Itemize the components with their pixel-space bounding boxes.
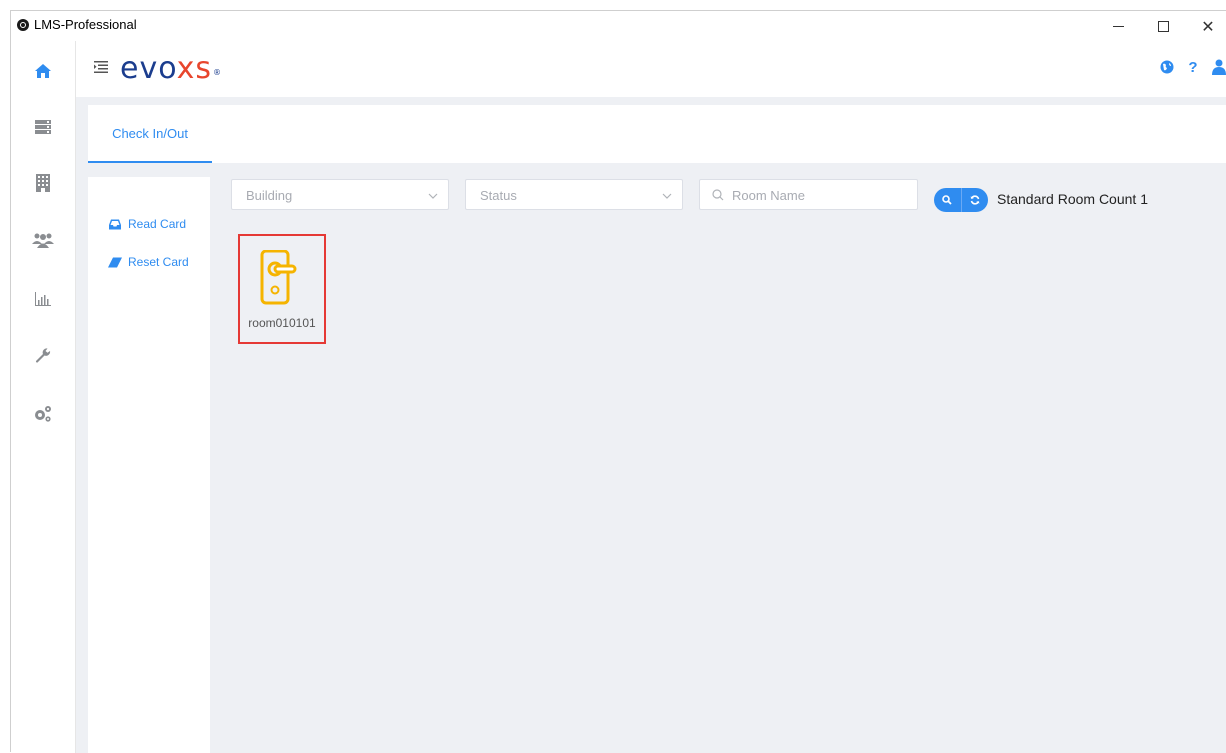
user-icon[interactable]: [1212, 59, 1226, 75]
server-icon: [35, 120, 51, 134]
read-card-button[interactable]: Read Card: [108, 217, 186, 231]
title-bar: LMS-Professional ✕: [11, 11, 1226, 41]
close-icon: ✕: [1201, 16, 1215, 36]
room-card[interactable]: room010101: [238, 234, 326, 344]
building-icon: [36, 174, 50, 192]
eraser-icon: [108, 257, 122, 267]
header-actions: ?: [1160, 59, 1226, 76]
tab-bar: Check In/Out: [88, 105, 1226, 163]
search-refresh-group: [934, 188, 988, 212]
status-placeholder: Status: [480, 188, 517, 203]
main-content: Check In/Out Read Card Reset Card Buildi…: [76, 97, 1226, 753]
room-name-label: room010101: [248, 316, 316, 330]
reset-card-label: Reset Card: [128, 255, 189, 269]
logo-text-xs: xs: [176, 51, 213, 86]
building-placeholder: Building: [246, 188, 293, 203]
maximize-button[interactable]: [1141, 11, 1185, 41]
brand-logo: evoxs®: [120, 52, 222, 86]
read-card-label: Read Card: [128, 217, 187, 231]
room-count-text: Standard Room Count 1: [997, 191, 1148, 207]
menu-toggle-icon[interactable]: [94, 61, 108, 73]
sidebar-item-devices[interactable]: [28, 112, 58, 142]
room-name-input[interactable]: Room Name: [699, 179, 918, 210]
minimize-icon: [1112, 25, 1124, 27]
refresh-button[interactable]: [962, 188, 989, 212]
sidebar-item-home[interactable]: [28, 56, 58, 86]
sidebar-item-users[interactable]: [28, 225, 58, 255]
refresh-icon: [970, 195, 980, 205]
reset-card-button[interactable]: Reset Card: [108, 255, 189, 269]
sidebar-item-settings[interactable]: [28, 399, 58, 429]
users-icon: [32, 233, 54, 248]
globe-icon[interactable]: [1160, 60, 1174, 74]
room-name-placeholder: Room Name: [732, 188, 805, 203]
home-icon: [35, 64, 51, 78]
app-logo-icon: [17, 19, 29, 31]
sidebar-item-tools[interactable]: [28, 341, 58, 371]
sidebar: [11, 41, 76, 753]
card-actions-panel: Read Card Reset Card: [88, 177, 210, 753]
registered-mark: ®: [213, 68, 223, 77]
close-button[interactable]: ✕: [1186, 11, 1226, 41]
settings-gears-icon: [35, 406, 51, 422]
logo-text-evo: evo: [120, 51, 177, 86]
sidebar-item-reports[interactable]: [28, 284, 58, 314]
sidebar-item-buildings[interactable]: [28, 168, 58, 198]
app-window: LMS-Professional ✕ evoxs® ? Check In/Out…: [10, 10, 1226, 753]
wrench-icon: [35, 348, 51, 363]
building-select[interactable]: Building: [231, 179, 449, 210]
help-icon[interactable]: ?: [1186, 59, 1200, 76]
status-select[interactable]: Status: [465, 179, 683, 210]
minimize-button[interactable]: [1096, 11, 1140, 41]
door-lock-icon: [260, 250, 297, 305]
bar-chart-icon: [35, 292, 51, 306]
chevron-down-icon: [662, 193, 672, 199]
tab-check-in-out[interactable]: Check In/Out: [88, 105, 212, 163]
search-icon: [712, 189, 724, 201]
chevron-down-icon: [428, 193, 438, 199]
app-header: evoxs® ?: [76, 41, 1226, 97]
search-button[interactable]: [934, 188, 962, 212]
card-reader-icon: [109, 219, 121, 229]
search-icon: [942, 195, 952, 205]
maximize-icon: [1157, 20, 1169, 32]
window-title: LMS-Professional: [34, 17, 137, 32]
